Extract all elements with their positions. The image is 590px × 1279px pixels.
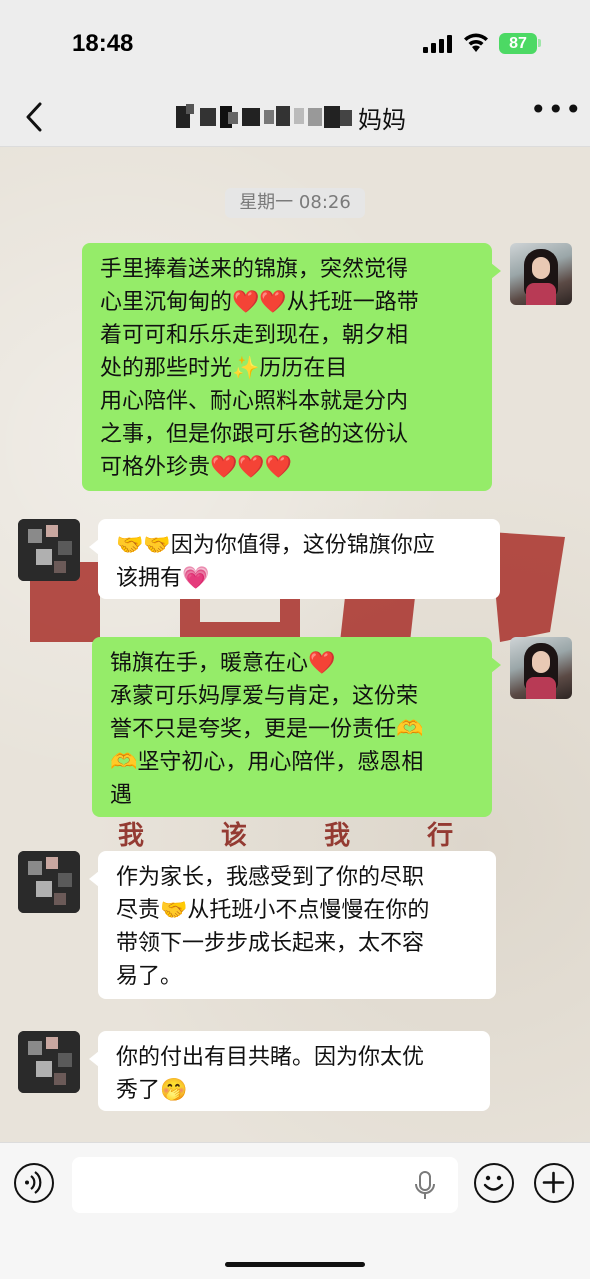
battery-icon: 87 xyxy=(499,33,537,54)
message-line: 你的付出有目共睹。因为你太优 xyxy=(116,1045,425,1070)
contact-avatar[interactable] xyxy=(18,519,80,581)
message-line: 作为家长，我感受到了你的尽职 xyxy=(116,865,425,890)
contact-avatar[interactable] xyxy=(18,1031,80,1093)
more-dots-icon[interactable]: ••• xyxy=(530,96,582,130)
message-bubble-contact[interactable]: 🤝🤝因为你值得，这份锦旗你应 该拥有💗 xyxy=(89,519,500,599)
self-avatar[interactable] xyxy=(510,637,572,699)
status-bar: 18:48 87 xyxy=(0,0,590,88)
message-bubble-contact[interactable]: 你的付出有目共睹。因为你太优 秀了🤭 xyxy=(89,1031,490,1111)
message-line: 着可可和乐乐走到现在，朝夕相 xyxy=(100,323,409,348)
plus-icon[interactable] xyxy=(534,1163,574,1203)
message-line: 🫶坚守初心，用心陪伴，感恩相 xyxy=(110,750,424,775)
message-bubble-contact[interactable]: 作为家长，我感受到了你的尽职 尽责🤝从托班小不点慢慢在你的 带领下一步步成长起来… xyxy=(89,851,496,999)
message-line: 秀了🤭 xyxy=(116,1078,188,1103)
message-input[interactable] xyxy=(72,1157,458,1213)
voice-icon[interactable] xyxy=(14,1163,54,1203)
home-indicator xyxy=(225,1262,365,1267)
nav-bar: 妈妈 ••• xyxy=(0,88,590,147)
message-line: 锦旗在手，暖意在心❤️ xyxy=(110,651,336,676)
emoji-icon[interactable] xyxy=(474,1163,514,1203)
message-line: 之事，但是你跟可乐爸的这份认 xyxy=(100,422,409,447)
message-line: 🤝🤝因为你值得，这份锦旗你应 xyxy=(116,533,435,558)
back-arrow-icon[interactable] xyxy=(20,98,50,136)
status-time: 18:48 xyxy=(72,30,134,57)
message-line: 心里沉甸甸的❤️❤️从托班一路带 xyxy=(100,290,419,315)
message-line: 带领下一步步成长起来，太不容 xyxy=(116,931,425,956)
message-line: 承蒙可乐妈厚爱与肯定，这份荣 xyxy=(110,684,419,709)
message-line: 遇 xyxy=(110,783,133,808)
message-line: 该拥有💗 xyxy=(116,566,210,591)
message-line: 可格外珍贵❤️❤️❤️ xyxy=(100,455,293,480)
message-line: 易了。 xyxy=(116,964,183,989)
signal-icon xyxy=(423,35,453,53)
contact-avatar[interactable] xyxy=(18,851,80,913)
redacted-contact-name xyxy=(176,104,352,128)
message-line: 尽责🤝从托班小不点慢慢在你的 xyxy=(116,898,430,923)
message-line: 誉不只是夸奖，更是一份责任🫶 xyxy=(110,717,424,742)
input-bar xyxy=(0,1142,590,1279)
message-bubble-self[interactable]: 手里捧着送来的锦旗，突然觉得 心里沉甸甸的❤️❤️从托班一路带 着可可和乐乐走到… xyxy=(82,243,501,491)
message-line: 用心陪伴、耐心照料本就是分内 xyxy=(100,389,409,414)
message-line: 处的那些时光✨历历在目 xyxy=(100,356,348,381)
self-avatar[interactable] xyxy=(510,243,572,305)
message-timestamp: 星期一 08:26 xyxy=(225,188,365,218)
message-line: 手里捧着送来的锦旗，突然觉得 xyxy=(100,257,409,282)
mic-icon[interactable] xyxy=(410,1169,440,1203)
wifi-icon xyxy=(464,33,488,52)
battery-tip xyxy=(538,39,541,47)
chat-area[interactable]: 我 该 我 行 报 祖 国 星期一 08:26 手里捧着送来的锦旗，突然觉得 心… xyxy=(0,147,590,1142)
chat-title: 妈妈 xyxy=(358,106,406,134)
message-bubble-self[interactable]: 锦旗在手，暖意在心❤️ 承蒙可乐妈厚爱与肯定，这份荣 誉不只是夸奖，更是一份责任… xyxy=(92,637,501,817)
